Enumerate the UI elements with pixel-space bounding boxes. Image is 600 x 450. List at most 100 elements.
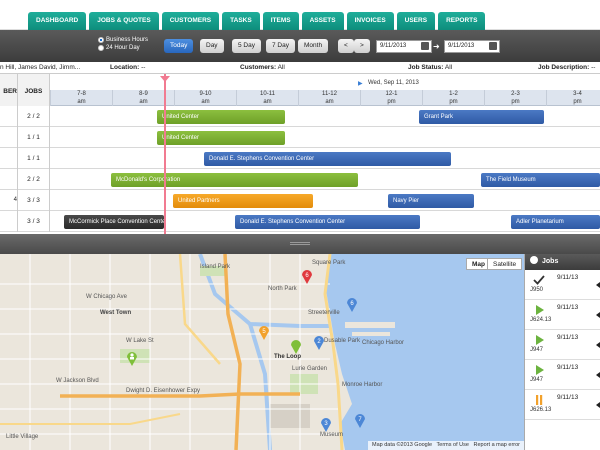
member-column-header[interactable]: BER: [0, 74, 18, 106]
expand-arrow-icon[interactable]: [596, 402, 600, 408]
map-pin-red[interactable]: 6: [301, 268, 313, 284]
member-cell[interactable]: [0, 148, 18, 169]
time-ampm: am: [77, 99, 86, 105]
current-time-line[interactable]: [164, 74, 166, 234]
calendar-icon[interactable]: [489, 42, 497, 50]
today-button[interactable]: Today: [164, 39, 194, 53]
month-view-button[interactable]: Month: [298, 39, 329, 53]
splitter-grip-icon[interactable]: [290, 242, 310, 245]
job-bar[interactable]: Navy Pier: [388, 194, 474, 208]
day-view-button[interactable]: Day: [200, 39, 224, 53]
job-status-filter-value: All: [444, 64, 453, 71]
date-label: Wed, Sep 11, 2013: [368, 80, 419, 86]
tab-customers[interactable]: CUSTOMERS: [161, 12, 220, 30]
tab-users[interactable]: USERS: [396, 12, 436, 30]
tab-jobs-quotes[interactable]: JOBS & QUOTES: [89, 12, 159, 30]
tab-reports[interactable]: REPORTS: [438, 12, 486, 30]
map-label: W Jackson Blvd: [56, 378, 99, 384]
job-bar[interactable]: Donald E. Stephens Convention Center: [204, 152, 451, 166]
expand-arrow-icon[interactable]: [596, 372, 600, 378]
member-cell[interactable]: [0, 127, 18, 148]
job-list-item[interactable]: J947 9/11/13: [525, 360, 600, 390]
job-list-item[interactable]: J950 9/11/13: [525, 270, 600, 300]
member-cell[interactable]: [0, 169, 18, 190]
customers-filter[interactable]: Customers: All: [240, 62, 285, 74]
job-bar[interactable]: United Center: [157, 131, 285, 145]
play-icon[interactable]: [533, 335, 545, 345]
map-canvas[interactable]: [0, 254, 524, 450]
job-bar[interactable]: McDonald's Corporation: [111, 173, 358, 187]
job-bar[interactable]: McCormick Place Convention Center: [64, 215, 164, 229]
job-description-filter-value: --: [591, 64, 596, 71]
time-column-header: 7-8 am: [50, 90, 112, 106]
previous-button[interactable]: <: [338, 39, 354, 53]
map-pin-green-person[interactable]: [126, 350, 138, 366]
job-list-item[interactable]: J624.13 9/11/13: [525, 300, 600, 330]
job-bar[interactable]: United Partners: [173, 194, 313, 208]
panel-splitter[interactable]: [0, 234, 600, 254]
map-type-satellite-button[interactable]: Satellite: [487, 258, 523, 270]
expand-arrow-icon[interactable]: [596, 312, 600, 318]
tab-tasks[interactable]: TASKS: [222, 12, 260, 30]
job-list-item[interactable]: J626.13 9/11/13: [525, 390, 600, 420]
map-pin-blue[interactable]: 3: [320, 416, 332, 432]
job-bar[interactable]: Grant Park: [419, 110, 544, 124]
job-bar[interactable]: United Center: [157, 110, 285, 124]
job-bar[interactable]: Adler Planetarium: [511, 215, 600, 229]
time-column-header: 10-11 am: [236, 90, 298, 106]
users-filter[interactable]: n Hill, James David, Jimm...: [0, 62, 80, 74]
tab-invoices[interactable]: INVOICES: [346, 12, 394, 30]
end-date-input[interactable]: 9/11/2013: [444, 40, 500, 53]
map-label: Little Village: [6, 434, 39, 440]
collapse-icon[interactable]: [530, 256, 538, 264]
start-date-input[interactable]: 9/11/2013: [376, 40, 432, 53]
next-button[interactable]: >: [354, 39, 370, 53]
map-pin-blue[interactable]: 6: [346, 296, 358, 312]
play-icon[interactable]: [533, 365, 545, 375]
24-hour-option[interactable]: 24 Hour Day: [98, 44, 148, 52]
tab-dashboard[interactable]: DASHBOARD: [28, 12, 87, 30]
job-description-filter-label: Job Description:: [538, 64, 590, 71]
job-description-filter[interactable]: Job Description: --: [538, 62, 595, 74]
tab-assets[interactable]: ASSETS: [301, 12, 344, 30]
job-bar[interactable]: The Field Museum: [481, 173, 600, 187]
7-day-view-button[interactable]: 7 Day: [266, 39, 295, 53]
jobs-count: 3 / 3: [18, 211, 50, 232]
arrow-right-icon: ➜: [433, 42, 440, 51]
map-pin-blue[interactable]: 7: [354, 412, 366, 428]
job-status-filter[interactable]: Job Status: All: [408, 62, 452, 74]
job-id: J950: [530, 287, 544, 293]
map-pin-blue[interactable]: 2: [313, 334, 325, 350]
member-cell[interactable]: [0, 211, 18, 232]
tab-items[interactable]: ITEMS: [262, 12, 299, 30]
expand-arrow-icon[interactable]: [596, 342, 600, 348]
location-filter[interactable]: Location: --: [110, 62, 145, 74]
jobs-count: 1 / 1: [18, 148, 50, 169]
check-icon: [533, 275, 545, 285]
business-hours-option[interactable]: Business Hours: [98, 36, 148, 44]
map-data-credit: Map data ©2013 Google: [372, 442, 433, 448]
time-column-header: 11-12 am: [298, 90, 360, 106]
job-list-item[interactable]: J947 9/11/13: [525, 330, 600, 360]
map-pin-green[interactable]: [290, 338, 302, 354]
radio-24-hour[interactable]: [98, 45, 104, 51]
5-day-view-button[interactable]: 5 Day: [232, 39, 261, 53]
map-view[interactable]: Island Park Square Park North Park Stree…: [0, 254, 524, 450]
radio-business-hours[interactable]: [98, 37, 104, 43]
jobs-panel-title: Jobs: [542, 258, 559, 265]
pause-icon[interactable]: [533, 395, 545, 405]
job-date: 9/11/13: [557, 364, 579, 371]
terms-of-use-link[interactable]: Terms of Use: [437, 442, 469, 448]
report-map-error-link[interactable]: Report a map error: [474, 442, 520, 448]
job-bar[interactable]: Donald E. Stephens Convention Center: [235, 215, 420, 229]
member-cell[interactable]: 4: [0, 190, 18, 211]
calendar-icon[interactable]: [421, 42, 429, 50]
24-hour-label: 24 Hour Day: [106, 45, 140, 51]
play-icon[interactable]: [533, 305, 545, 315]
jobs-column-header[interactable]: JOBS: [18, 74, 50, 106]
member-cell[interactable]: [0, 106, 18, 127]
expand-arrow-icon[interactable]: [596, 282, 600, 288]
map-pin-orange[interactable]: 5: [258, 324, 270, 340]
job-id: J626.13: [530, 407, 552, 413]
jobs-panel-header[interactable]: Jobs: [525, 254, 600, 270]
